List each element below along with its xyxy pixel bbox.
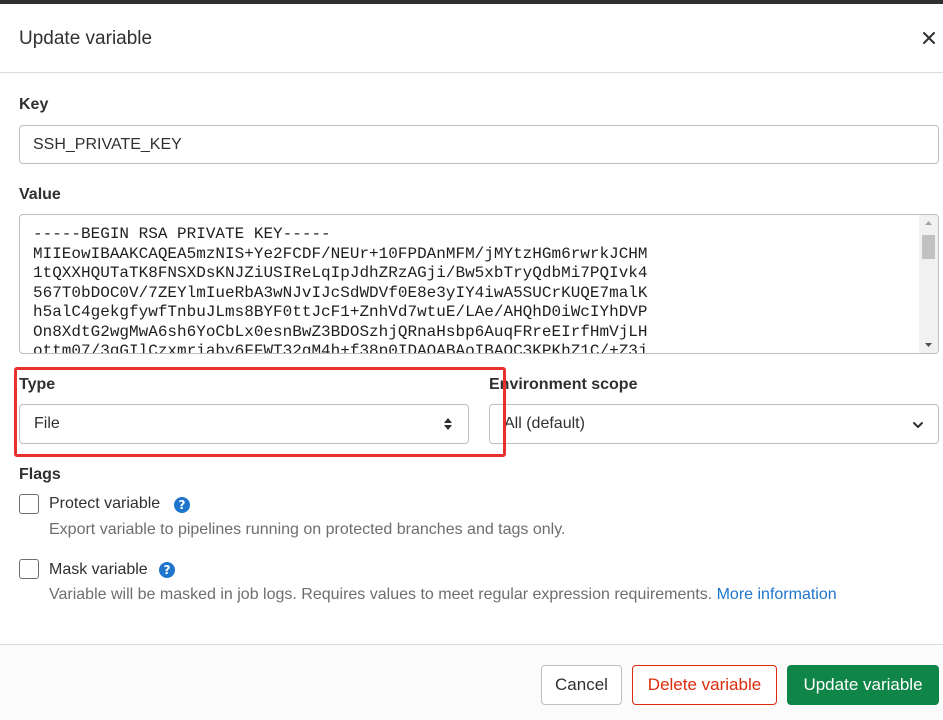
type-highlight-box [14, 367, 506, 457]
close-button[interactable] [921, 26, 943, 50]
close-icon [923, 32, 935, 44]
more-information-link[interactable]: More information [717, 586, 837, 603]
flags-label: Flags [19, 466, 61, 483]
modal-header: Update variable [0, 4, 943, 73]
cancel-button[interactable]: Cancel [541, 665, 622, 705]
question-circle-icon[interactable]: ? [174, 497, 190, 513]
value-textarea-content[interactable]: -----BEGIN RSA PRIVATE KEY----- MIIEowIB… [33, 225, 913, 353]
protect-variable-checkbox[interactable] [19, 494, 39, 514]
value-textarea[interactable]: -----BEGIN RSA PRIVATE KEY----- MIIEowIB… [19, 214, 939, 354]
protect-variable-label[interactable]: Protect variable [49, 495, 160, 513]
env-scope-value: All (default) [504, 415, 585, 432]
mask-variable-help-wrapper: Variable will be masked in job logs. Req… [49, 586, 837, 604]
mask-variable-checkbox[interactable] [19, 559, 39, 579]
protect-variable-help: Export variable to pipelines running on … [49, 521, 566, 538]
env-scope-label: Environment scope [489, 376, 638, 393]
key-input[interactable] [19, 125, 939, 164]
scroll-down-arrow[interactable] [919, 336, 938, 353]
delete-variable-button[interactable]: Delete variable [632, 665, 777, 705]
mask-variable-help: Variable will be masked in job logs. Req… [49, 586, 713, 603]
chevron-down-icon [913, 422, 923, 428]
scroll-up-arrow[interactable] [919, 215, 938, 232]
value-label: Value [19, 186, 61, 203]
key-label: Key [19, 96, 49, 113]
modal-title: Update variable [19, 28, 153, 49]
value-scrollbar[interactable] [919, 215, 938, 353]
env-scope-select[interactable]: All (default) [489, 404, 939, 444]
update-variable-button[interactable]: Update variable [787, 665, 939, 705]
scroll-thumb[interactable] [922, 235, 935, 259]
question-circle-icon[interactable]: ? [159, 562, 175, 578]
mask-variable-label[interactable]: Mask variable [49, 561, 148, 579]
